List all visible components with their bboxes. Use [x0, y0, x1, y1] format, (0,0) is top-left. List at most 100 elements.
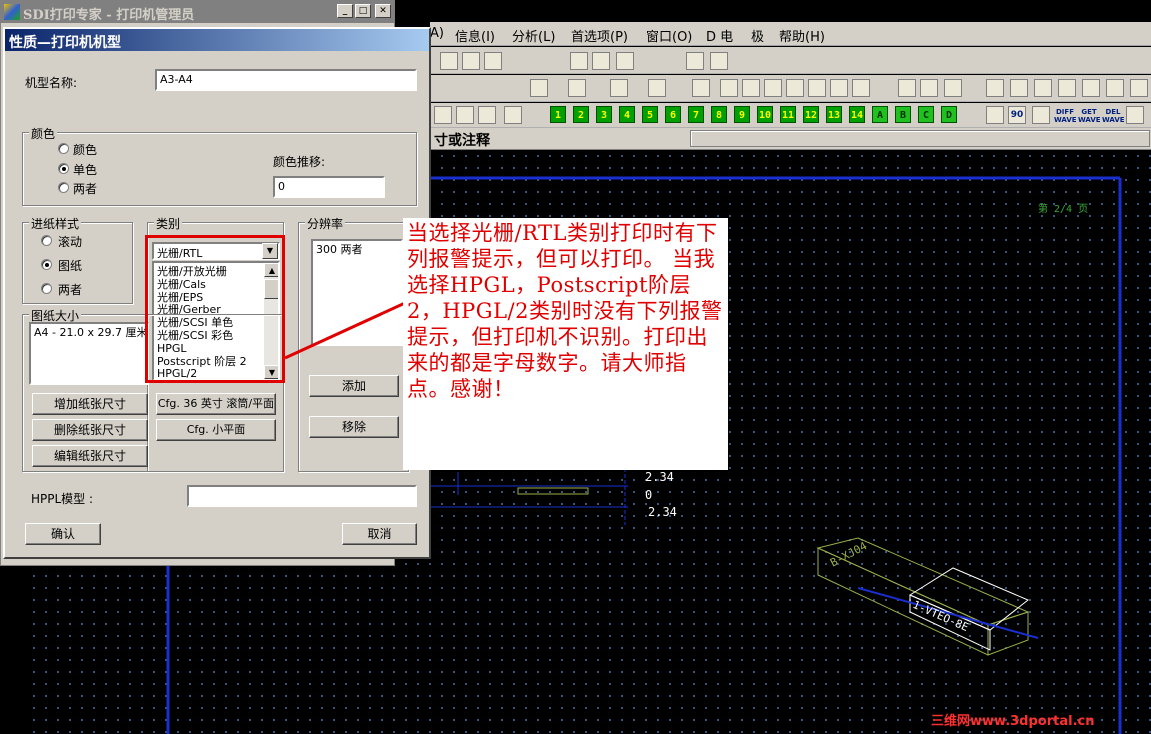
layer-button-6[interactable]: 6	[665, 106, 681, 123]
menu-item-info[interactable]: 信息(I)	[455, 26, 495, 45]
layer-button-11[interactable]: 11	[780, 106, 796, 123]
menu-item-electric[interactable]: D 电	[706, 26, 733, 45]
array-tool-icon[interactable]	[610, 79, 628, 97]
snap-icon[interactable]	[986, 106, 1004, 124]
print-icon[interactable]	[1126, 106, 1144, 124]
hppl-model-input[interactable]	[187, 485, 417, 507]
book-icon[interactable]	[1032, 106, 1050, 124]
ok-button[interactable]: 确认	[25, 523, 101, 545]
line-tool-icon[interactable]	[530, 79, 548, 97]
pencil-icon[interactable]	[456, 106, 474, 124]
model-name-input[interactable]: A3-A4	[155, 69, 417, 91]
diff-wave-button[interactable]: DIFF WAVE	[1054, 108, 1077, 124]
maximize-button[interactable]: □	[355, 4, 371, 18]
layer-button-5[interactable]: 5	[642, 106, 658, 123]
menu-item-preferences[interactable]: 首选项(P)	[571, 26, 628, 45]
menu-item-analysis[interactable]: 分析(L)	[512, 26, 555, 45]
menu-item-window[interactable]: 窗口(O)	[646, 26, 692, 45]
menu-item-help[interactable]: 帮助(H)	[779, 26, 825, 45]
list-icon[interactable]	[986, 79, 1004, 97]
close-button[interactable]: ✕	[375, 4, 391, 18]
tool-a-icon[interactable]	[808, 79, 826, 97]
category-group-title: 类别	[154, 215, 183, 232]
layer-button-a[interactable]: A	[872, 106, 888, 123]
mesh-icon[interactable]	[1106, 79, 1124, 97]
pen-icon[interactable]	[434, 106, 452, 124]
menu-item-pole[interactable]: 极	[751, 26, 764, 45]
color-shift-input[interactable]: 0	[273, 176, 385, 198]
text-tool-icon[interactable]	[720, 79, 738, 97]
save-icon[interactable]	[1010, 79, 1028, 97]
move-tool-icon[interactable]	[568, 79, 586, 97]
resolution-list[interactable]: 300 两者	[311, 239, 403, 346]
image-icon[interactable]	[898, 79, 916, 97]
note-tool-icon[interactable]	[742, 79, 760, 97]
feed-radio-roll[interactable]	[41, 235, 52, 246]
del-wave-button[interactable]: DEL WAVE	[1102, 108, 1125, 124]
symbol-tool-icon[interactable]	[764, 79, 782, 97]
select-icon[interactable]	[616, 52, 634, 70]
tool-c-icon[interactable]	[852, 79, 870, 97]
edit-paper-size-button[interactable]: 编辑纸张尺寸	[32, 445, 148, 467]
dimension-value-1: 2.34	[645, 470, 674, 484]
get-wave-button[interactable]: GET WAVE	[1078, 108, 1101, 124]
measure-icon[interactable]	[710, 52, 728, 70]
layer-button-1[interactable]: 1	[550, 106, 566, 123]
view-icon[interactable]	[484, 52, 502, 70]
layer-button-b[interactable]: B	[895, 106, 911, 123]
ruler-icon[interactable]	[686, 52, 704, 70]
menu-item-a[interactable]: A)	[430, 26, 444, 41]
color-radio-both[interactable]	[58, 182, 69, 193]
dimension-icon[interactable]	[692, 79, 710, 97]
layer-button-4[interactable]: 4	[619, 106, 635, 123]
solid-icon[interactable]	[1082, 79, 1100, 97]
filter-icon[interactable]	[592, 52, 610, 70]
toolbar-row-1	[430, 47, 1151, 74]
cross-tool-icon[interactable]	[648, 79, 666, 97]
layer-button-9[interactable]: 9	[734, 106, 750, 123]
cfg-36-button[interactable]: Cfg. 36 英寸 滚筒/平面	[156, 393, 276, 415]
app-logo-icon	[4, 4, 20, 20]
layer-button-3[interactable]: 3	[596, 106, 612, 123]
sketch-icon[interactable]	[920, 79, 938, 97]
feed-radio-both[interactable]	[41, 283, 52, 294]
layer-button-12[interactable]: 12	[803, 106, 819, 123]
annotation-note: 当选择光栅/RTL类别打印时有下列报警提示，但可以打印。 当我选择HPGL，Po…	[403, 218, 728, 470]
add-resolution-button[interactable]: 添加	[309, 375, 399, 397]
layer-icon[interactable]	[570, 52, 588, 70]
layer-button-13[interactable]: 13	[826, 106, 842, 123]
add-paper-size-button[interactable]: 增加纸张尺寸	[32, 393, 148, 415]
angle-90-icon[interactable]: 90	[1008, 106, 1026, 124]
color-group-title: 颜色	[29, 125, 58, 142]
zoom-window-icon[interactable]	[440, 52, 458, 70]
delete-paper-size-button[interactable]: 删除纸张尺寸	[32, 419, 148, 441]
resolution-item[interactable]: 300 两者	[316, 243, 363, 256]
color-radio-mono[interactable]	[58, 163, 69, 174]
paper-size-item[interactable]: A4 - 21.0 x 29.7 厘米	[34, 326, 147, 339]
feed-radio-sheet[interactable]	[41, 259, 52, 270]
layer-button-10[interactable]: 10	[757, 106, 773, 123]
layer-button-14[interactable]: 14	[849, 106, 865, 123]
model-name-label: 机型名称:	[25, 76, 78, 90]
paper-size-list[interactable]: A4 - 21.0 x 29.7 厘米	[29, 322, 149, 385]
tool-b-icon[interactable]	[830, 79, 848, 97]
search-icon[interactable]	[786, 79, 804, 97]
cfg-small-button[interactable]: Cfg. 小平面	[156, 419, 276, 441]
zoom-fit-icon[interactable]	[462, 52, 480, 70]
layer-button-7[interactable]: 7	[688, 106, 704, 123]
color-radio-color[interactable]	[58, 143, 69, 154]
box-icon[interactable]	[1130, 79, 1148, 97]
grid-icon[interactable]	[1058, 79, 1076, 97]
minimize-button[interactable]: _	[337, 4, 353, 18]
remove-resolution-button[interactable]: 移除	[309, 416, 399, 438]
layer-button-2[interactable]: 2	[573, 106, 589, 123]
layer-button-c[interactable]: C	[918, 106, 934, 123]
brush-icon[interactable]	[478, 106, 496, 124]
layer-button-8[interactable]: 8	[711, 106, 727, 123]
copy-icon[interactable]	[504, 106, 522, 124]
cancel-button[interactable]: 取消	[342, 523, 417, 545]
hatch-icon[interactable]	[944, 79, 962, 97]
layer-button-d[interactable]: D	[941, 106, 957, 123]
model-icon[interactable]	[1034, 79, 1052, 97]
feed-group: 进纸样式 滚动 图纸 两者	[22, 215, 133, 304]
